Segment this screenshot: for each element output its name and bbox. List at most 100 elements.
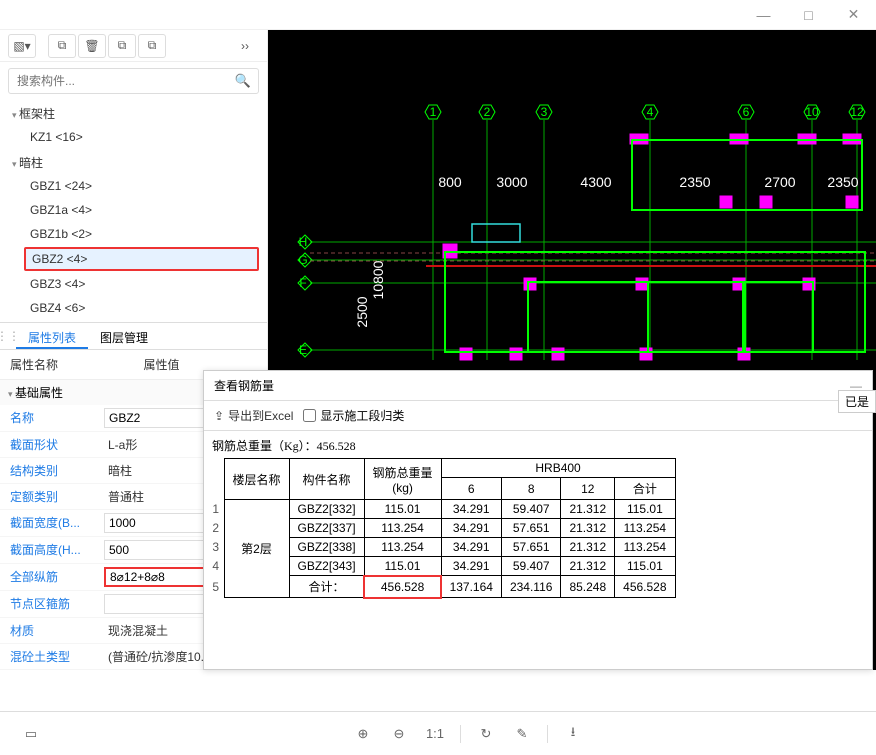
tree-item[interactable]: GBZ3 <4> <box>8 272 267 296</box>
zoom-out-button[interactable]: ⊖ <box>388 723 410 745</box>
delete-button[interactable]: 🗑 <box>78 34 106 58</box>
rebar-report-panel: 查看钢筋量 — ⇪ 导出到Excel 显示施工段归类 钢筋总重量（Kg）：456… <box>203 370 873 670</box>
maximize-button[interactable]: □ <box>786 0 831 30</box>
export-excel-button[interactable]: ⇪ 导出到Excel <box>214 407 293 424</box>
show-section-checkbox[interactable]: 显示施工段归类 <box>303 407 404 424</box>
tab-properties[interactable]: 属性列表 <box>16 323 88 349</box>
tree-item[interactable]: GBZ4 <6> <box>8 296 267 320</box>
cell-8: 57.651 <box>501 519 561 538</box>
component-tree[interactable]: 框架柱 KZ1 <16> 暗柱 GBZ1 <24> GBZ1a <4> GBZ1… <box>0 100 267 322</box>
zoom-in-button[interactable]: ⊕ <box>352 723 374 745</box>
cell-floor: 第2层 <box>224 500 289 598</box>
cell-12: 21.312 <box>561 538 615 557</box>
tree-item[interactable]: GBZ1a <4> <box>8 198 267 222</box>
col-12: 12 <box>561 478 615 500</box>
cell-8: 234.116 <box>501 576 561 598</box>
svg-text:2700: 2700 <box>764 174 795 190</box>
cell-total: 113.254 <box>364 519 441 538</box>
duplicate-button[interactable]: ⧉ <box>108 34 136 58</box>
minimize-button[interactable]: — <box>741 0 786 30</box>
cell-comp: GBZ2[337] <box>289 519 364 538</box>
dim-side: 2500 <box>354 296 370 327</box>
prop-label: 材质 <box>0 618 100 643</box>
svg-text:6: 6 <box>743 105 750 119</box>
layout-icon[interactable]: ▭ <box>20 723 42 745</box>
svg-text:3000: 3000 <box>496 174 527 190</box>
col-floor: 楼层名称 <box>224 459 289 500</box>
svg-text:1: 1 <box>430 105 437 119</box>
cell-8: 59.407 <box>501 500 561 519</box>
checkbox-label: 显示施工段归类 <box>320 407 404 424</box>
export-label: 导出到Excel <box>228 407 293 424</box>
total-weight-line: 钢筋总重量（Kg）：456.528 <box>212 435 864 458</box>
report-title: 查看钢筋量 <box>214 377 274 394</box>
svg-text:4: 4 <box>647 105 654 119</box>
tree-item[interactable]: KZ1 <16> <box>8 125 267 149</box>
search-input[interactable] <box>8 68 259 94</box>
refresh-button[interactable]: ↻ <box>475 723 497 745</box>
svg-text:2350: 2350 <box>827 174 858 190</box>
table-row: 1 第2层 GBZ2[332] 115.01 34.291 59.407 21.… <box>212 500 675 519</box>
component-toolbar: ▧▾ ⧉ 🗑 ⧉ ⧉ ›› <box>0 30 267 62</box>
prop-label: 定额类别 <box>0 484 100 509</box>
cell-sum: 115.01 <box>615 557 675 576</box>
svg-text:2350: 2350 <box>679 174 710 190</box>
tree-item[interactable]: GBZ1 <24> <box>8 174 267 198</box>
cell-comp: GBZ2[343] <box>289 557 364 576</box>
new-dropdown-button[interactable]: ▧▾ <box>8 34 36 58</box>
cell-8: 57.651 <box>501 538 561 557</box>
paste-button[interactable]: ⧉ <box>138 34 166 58</box>
cell-total: 113.254 <box>364 538 441 557</box>
col-sum: 合计 <box>615 478 675 500</box>
svg-text:12: 12 <box>850 105 864 119</box>
more-button[interactable]: ›› <box>231 34 259 58</box>
cell-sum: 113.254 <box>615 519 675 538</box>
cell-6: 34.291 <box>441 557 501 576</box>
svg-text:F: F <box>299 276 306 290</box>
cell-total: 456.528 <box>364 576 441 598</box>
prop-label: 全部纵筋 <box>0 564 100 590</box>
prop-label: 节点区箍筋 <box>0 591 100 617</box>
cell-8: 59.407 <box>501 557 561 576</box>
cell-6: 137.164 <box>441 576 501 598</box>
drag-handle-icon[interactable]: ⋮⋮ <box>0 323 16 349</box>
status-tag: 已是 <box>838 390 876 413</box>
tab-layers[interactable]: 图层管理 <box>88 323 160 349</box>
prop-label: 截面宽度(B... <box>0 510 100 536</box>
svg-text:H: H <box>299 235 308 249</box>
download-button[interactable]: ⭳ <box>562 723 584 745</box>
window-titlebar: — □ ✕ <box>0 0 876 30</box>
edit-button[interactable]: ✎ <box>511 723 533 745</box>
export-icon: ⇪ <box>214 409 224 423</box>
close-button[interactable]: ✕ <box>831 0 876 30</box>
property-tabs: ⋮⋮ 属性列表 图层管理 <box>0 322 267 350</box>
copy-button[interactable]: ⧉ <box>48 34 76 58</box>
cell-sum: 456.528 <box>615 576 675 598</box>
search-icon: 🔍 <box>235 73 251 89</box>
rebar-table: 楼层名称 构件名称 钢筋总重量 (kg) HRB400 6 8 12 合计 1 … <box>212 458 676 598</box>
svg-text:10: 10 <box>805 105 819 119</box>
cell-6: 34.291 <box>441 538 501 557</box>
cell-6: 34.291 <box>441 500 501 519</box>
prop-label: 名称 <box>0 405 100 431</box>
prop-label: 截面高度(H... <box>0 537 100 563</box>
tree-item-selected[interactable]: GBZ2 <4> <box>24 247 259 271</box>
tree-group-hidden-column[interactable]: 暗柱 <box>8 151 267 174</box>
cell-sum: 115.01 <box>615 500 675 519</box>
zoom-fit-button[interactable]: 1:1 <box>424 723 446 745</box>
svg-text:G: G <box>298 253 307 267</box>
cell-12: 85.248 <box>561 576 615 598</box>
cell-12: 21.312 <box>561 500 615 519</box>
checkbox-input[interactable] <box>303 409 316 422</box>
cell-comp: GBZ2[338] <box>289 538 364 557</box>
col-comp: 构件名称 <box>289 459 364 500</box>
tree-item[interactable]: GBZ1b <2> <box>8 222 267 246</box>
cell-comp: 合计： <box>289 576 364 598</box>
separator <box>460 725 461 743</box>
tree-group-frame-column[interactable]: 框架柱 <box>8 102 267 125</box>
cell-12: 21.312 <box>561 557 615 576</box>
prop-label: 结构类别 <box>0 458 100 483</box>
cell-total: 115.01 <box>364 557 441 576</box>
svg-text:4300: 4300 <box>580 174 611 190</box>
separator <box>547 725 548 743</box>
